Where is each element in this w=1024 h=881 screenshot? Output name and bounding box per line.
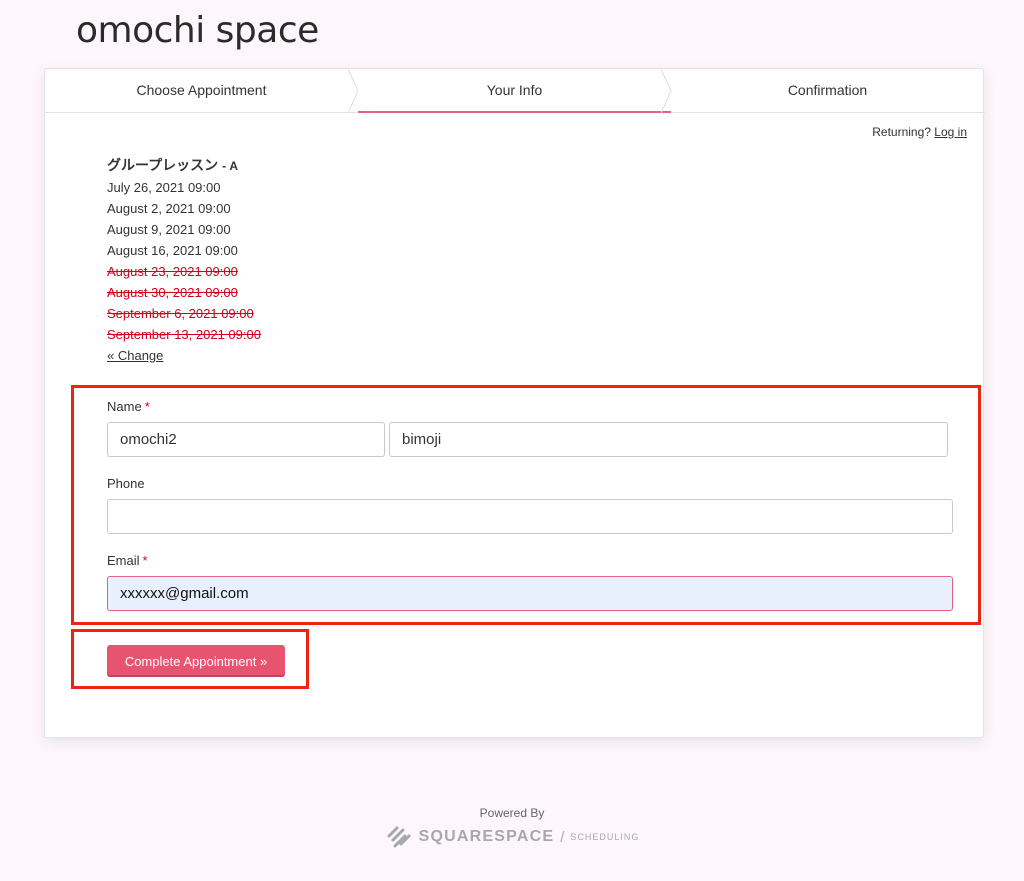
appointment-subtitle: - A bbox=[222, 159, 239, 173]
email-input[interactable]: xxxxxx@gmail.com bbox=[107, 576, 953, 611]
product-name: SCHEDULING bbox=[570, 832, 640, 842]
booking-card: Choose Appointment Your Info Confirmatio… bbox=[44, 68, 985, 738]
step-confirmation[interactable]: Confirmation bbox=[671, 69, 984, 113]
change-link[interactable]: « Change bbox=[107, 345, 163, 366]
appointment-name: グループレッスン bbox=[107, 157, 219, 173]
unavailable-date: August 23, 2021 09:00 bbox=[107, 264, 238, 279]
last-name-input[interactable]: bimoji bbox=[389, 422, 948, 457]
chevron-right-icon bbox=[348, 69, 359, 113]
required-marker: * bbox=[144, 399, 150, 414]
unavailable-date: September 6, 2021 09:00 bbox=[107, 306, 254, 321]
complete-appointment-button[interactable]: Complete Appointment » bbox=[107, 645, 285, 677]
step-choose-appointment[interactable]: Choose Appointment bbox=[45, 69, 359, 113]
phone-input[interactable] bbox=[107, 499, 953, 534]
returning-prompt: Returning? Log in bbox=[872, 125, 967, 139]
site-title: omochi space bbox=[76, 10, 319, 51]
powered-by-text: Powered By bbox=[479, 806, 545, 820]
brand-name: SQUARESPACE bbox=[418, 828, 555, 845]
squarespace-brand[interactable]: SQUARESPACE / SCHEDULING bbox=[0, 826, 1024, 848]
appointment-date: August 2, 2021 09:00 bbox=[107, 201, 231, 216]
step-label: Confirmation bbox=[787, 82, 868, 98]
login-link[interactable]: Log in bbox=[934, 125, 967, 139]
appointment-date: August 16, 2021 09:00 bbox=[107, 243, 238, 258]
required-marker: * bbox=[142, 553, 148, 568]
step-your-info[interactable]: Your Info bbox=[358, 69, 672, 113]
unavailable-date: September 13, 2021 09:00 bbox=[107, 327, 261, 342]
unavailable-date: August 30, 2021 09:00 bbox=[107, 285, 238, 300]
name-label: Name * bbox=[107, 399, 150, 414]
squarespace-logo-icon bbox=[387, 826, 411, 848]
step-label: Choose Appointment bbox=[136, 82, 267, 98]
progress-steps: Choose Appointment Your Info Confirmatio… bbox=[45, 69, 985, 113]
first-name-input[interactable]: omochi2 bbox=[107, 422, 385, 457]
chevron-right-icon bbox=[661, 69, 672, 113]
returning-text: Returning? bbox=[872, 125, 931, 139]
phone-label: Phone bbox=[107, 476, 145, 491]
email-label: Email * bbox=[107, 553, 148, 568]
step-label: Your Info bbox=[486, 82, 543, 98]
footer: Powered By SQUARESPACE / SCHEDULING bbox=[0, 806, 1024, 848]
appointment-date: July 26, 2021 09:00 bbox=[107, 180, 221, 195]
appointment-summary: グループレッスン - A July 26, 2021 09:00 August … bbox=[107, 155, 261, 366]
brand-separator: / bbox=[560, 828, 565, 846]
appointment-date: August 9, 2021 09:00 bbox=[107, 222, 231, 237]
appointment-title: グループレッスン - A bbox=[107, 155, 261, 177]
